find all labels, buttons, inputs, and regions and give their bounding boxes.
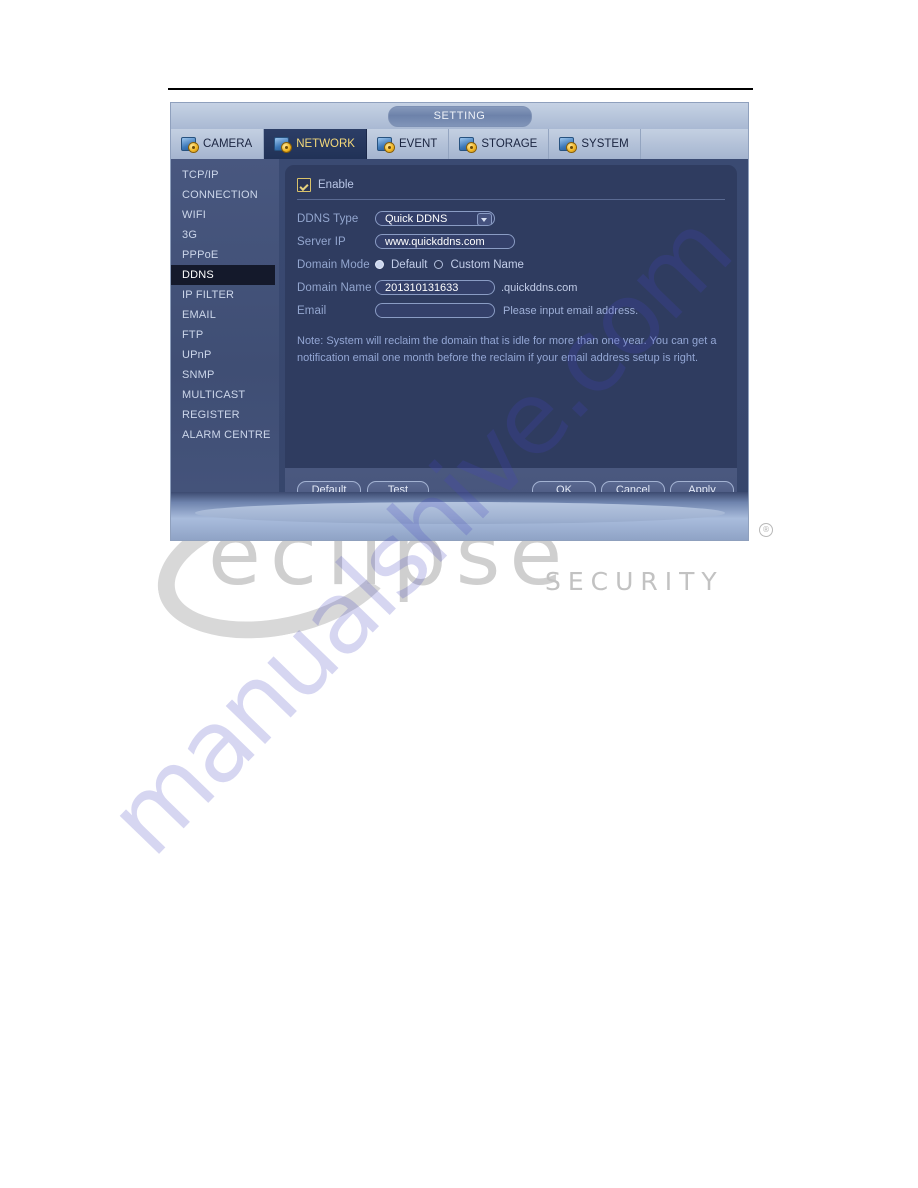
radio-custom-name[interactable] xyxy=(434,260,444,269)
ddns-note: Note: System will reclaim the domain tha… xyxy=(297,335,717,364)
tab-storage[interactable]: STORAGE xyxy=(449,129,550,159)
window-body: TCP/IP CONNECTION WIFI 3G PPPoE DDNS IP FILTER… xyxy=(171,159,748,540)
sidebar-item-wifi[interactable]: WIFI xyxy=(171,205,279,225)
enable-row[interactable]: Enable xyxy=(297,175,725,194)
sidebar-item-ip-filter[interactable]: IP FILTER xyxy=(171,285,279,305)
enable-label: Enable xyxy=(318,178,354,191)
chevron-down-icon[interactable] xyxy=(477,213,492,225)
storage-gear-icon xyxy=(458,136,477,152)
gear-icon xyxy=(467,143,477,152)
camera-gear-icon xyxy=(180,136,198,152)
tab-network[interactable]: NETWORK xyxy=(264,129,367,159)
domain-mode-row: Domain Mode Default Custom Name xyxy=(297,255,725,274)
page-header-rule xyxy=(168,88,753,90)
ddns-type-label: DDNS Type xyxy=(297,212,359,225)
sidebar-item-label: IP FILTER xyxy=(182,289,235,301)
brand-subtitle: SECURITY xyxy=(545,567,724,596)
sidebar-item-multicast[interactable]: MULTICAST xyxy=(171,385,279,405)
sidebar-item-label: DDNS xyxy=(182,269,214,281)
setting-window: SETTING CAMERA NETWORK EVENT STORAGE SYSTEM … xyxy=(171,103,748,540)
email-label: Email xyxy=(297,304,327,317)
window-bottom-bevel xyxy=(171,492,748,540)
ddns-settings-panel: Enable DDNS Type Quick DDNS Server IP ww… xyxy=(285,165,737,468)
email-hint: Please input email address. xyxy=(503,304,639,317)
sidebar-item-ftp[interactable]: FTP xyxy=(171,325,279,345)
sidebar-item-email[interactable]: EMAIL xyxy=(171,305,279,325)
domain-name-input[interactable]: 201310131633 xyxy=(375,280,495,295)
network-sidebar[interactable]: TCP/IP CONNECTION WIFI 3G PPPoE DDNS IP FILTER… xyxy=(171,159,279,540)
gear-icon xyxy=(282,143,292,152)
enable-checkbox[interactable] xyxy=(297,177,311,192)
email-input[interactable] xyxy=(375,303,495,318)
domain-name-label: Domain Name xyxy=(297,281,372,294)
radio-custom-name-label: Custom Name xyxy=(450,258,524,271)
sidebar-item-label: UPnP xyxy=(182,349,212,361)
sidebar-item-snmp[interactable]: SNMP xyxy=(171,365,279,385)
tab-system[interactable]: SYSTEM xyxy=(549,129,641,159)
event-gear-icon xyxy=(376,136,394,152)
sidebar-item-label: MULTICAST xyxy=(182,389,246,401)
network-gear-icon xyxy=(273,136,292,152)
sidebar-item-label: PPPoE xyxy=(182,249,219,261)
tab-label: STORAGE xyxy=(481,138,538,150)
tab-label: SYSTEM xyxy=(581,138,629,150)
sidebar-item-label: EMAIL xyxy=(182,309,217,321)
server-ip-label: Server IP xyxy=(297,235,346,248)
window-title: SETTING xyxy=(387,106,532,127)
sidebar-item-pppoe[interactable]: PPPoE xyxy=(171,245,279,265)
domain-mode-radio-group[interactable]: Default Custom Name xyxy=(375,259,524,271)
sidebar-item-label: REGISTER xyxy=(182,409,240,421)
sidebar-item-label: FTP xyxy=(182,329,204,341)
sidebar-item-tcp-ip[interactable]: TCP/IP xyxy=(171,165,279,185)
tab-label: EVENT xyxy=(398,138,438,150)
sidebar-item-label: 3G xyxy=(182,229,198,241)
window-title-bar: SETTING xyxy=(171,103,748,129)
tab-event[interactable]: EVENT xyxy=(367,129,450,159)
sidebar-item-register[interactable]: REGISTER xyxy=(171,405,279,425)
sidebar-item-label: WIFI xyxy=(182,209,207,221)
sidebar-item-label: TCP/IP xyxy=(182,169,219,181)
gear-icon xyxy=(189,143,198,152)
server-ip-input[interactable]: www.quickddns.com xyxy=(375,234,515,249)
sidebar-item-3g[interactable]: 3G xyxy=(171,225,279,245)
domain-name-suffix: .quickddns.com xyxy=(501,281,578,294)
gear-icon xyxy=(384,143,394,152)
radio-default-label: Default xyxy=(391,258,428,271)
panel-divider xyxy=(297,199,725,200)
sidebar-item-label: CONNECTION xyxy=(182,189,258,201)
sidebar-item-label: SNMP xyxy=(182,369,215,381)
tab-label: NETWORK xyxy=(296,138,355,150)
sidebar-item-ddns[interactable]: DDNS xyxy=(171,265,275,285)
sidebar-item-connection[interactable]: CONNECTION xyxy=(171,185,279,205)
sidebar-item-alarm-centre[interactable]: ALARM CENTRE xyxy=(171,425,279,445)
domain-name-row: Domain Name 201310131633 .quickddns.com xyxy=(297,278,725,297)
gear-icon xyxy=(567,143,577,152)
tab-label: CAMERA xyxy=(203,138,253,150)
sidebar-item-label: ALARM CENTRE xyxy=(182,429,271,441)
main-tab-bar[interactable]: CAMERA NETWORK EVENT STORAGE SYSTEM xyxy=(171,129,748,159)
server-ip-row: Server IP www.quickddns.com xyxy=(297,232,725,251)
email-row: Email Please input email address. xyxy=(297,301,725,320)
system-gear-icon xyxy=(558,136,577,152)
registered-mark-icon: ® xyxy=(759,523,773,537)
sidebar-item-upnp[interactable]: UPnP xyxy=(171,345,279,365)
tab-camera[interactable]: CAMERA xyxy=(171,129,265,159)
radio-default[interactable] xyxy=(375,260,384,269)
ddns-type-row: DDNS Type Quick DDNS xyxy=(297,209,725,228)
domain-mode-label: Domain Mode xyxy=(297,258,370,271)
ddns-type-select[interactable]: Quick DDNS xyxy=(375,211,495,226)
